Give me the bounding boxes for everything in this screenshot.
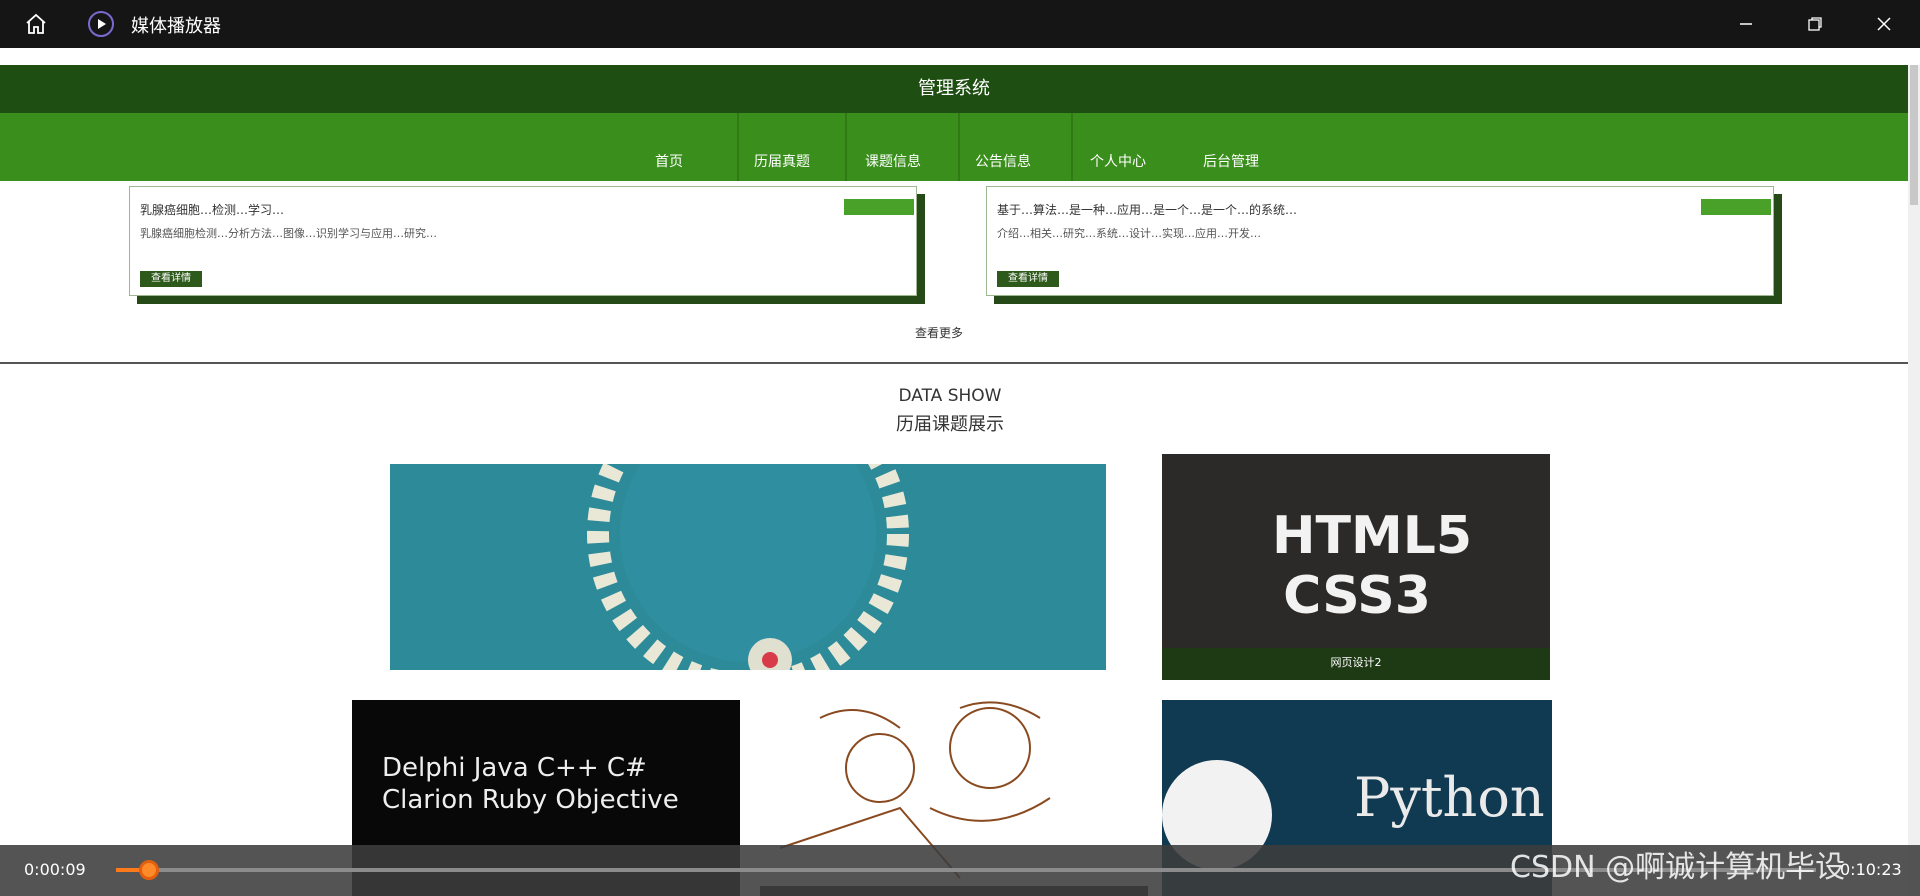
page-scrollbar <box>1908 65 1920 896</box>
watermark: CSDN @啊诚计算机毕设 <box>1510 850 1846 885</box>
nav-item-profile: 个人中心 <box>1090 154 1146 170</box>
total-time: 0:10:23 <box>1840 860 1902 879</box>
thumb-html5: HTML5 CSS3 网页设计2 <box>1162 454 1550 680</box>
nav-item-admin: 后台管理 <box>1203 154 1259 170</box>
section-title-cn: 历届课题展示 <box>896 414 1004 435</box>
card-tag <box>844 199 914 215</box>
announcement-card: 基于…算法…是一种…应用…是一个…是一个…的系统… 介绍…相关…研究…系统…设计… <box>986 186 1774 296</box>
nav-divider <box>958 113 960 181</box>
card-detail-button: 查看详情 <box>140 271 202 287</box>
nav-divider <box>737 113 739 181</box>
window-title: 媒体播放器 <box>131 16 221 37</box>
video-frame[interactable]: 管理系统 首页 历届真题 课题信息 公告信息 个人中心 后台管理 乳腺癌细胞…检… <box>0 48 1920 896</box>
card-title: 基于…算法…是一种…应用…是一个…是一个…的系统… <box>997 203 1298 217</box>
more-link: 查看更多 <box>915 326 964 340</box>
minimize-icon[interactable] <box>1726 8 1766 40</box>
section-title-en: DATA SHOW <box>898 386 1002 406</box>
section-divider <box>0 362 1908 364</box>
restore-icon[interactable] <box>1795 8 1835 40</box>
nav-item-announcements: 公告信息 <box>975 154 1031 170</box>
home-icon[interactable] <box>22 10 50 38</box>
card-tag <box>1701 199 1771 215</box>
play-circle-icon <box>88 11 114 37</box>
thumb-gear <box>390 464 1106 670</box>
nav-item-home: 首页 <box>655 154 683 170</box>
thumb-code-label: Delphi Java C++ C# Clarion Ruby Objectiv… <box>382 753 679 815</box>
close-icon[interactable] <box>1864 8 1904 40</box>
nav-item-past-topics: 历届真题 <box>754 154 810 170</box>
card-title: 乳腺癌细胞…检测…学习… <box>140 203 285 217</box>
card-text: 介绍…相关…研究…系统…设计…实现…应用…开发… <box>997 227 1261 240</box>
nav-divider <box>845 113 847 181</box>
thumb-caption: 网页设计2 <box>1330 656 1382 669</box>
thumb-python-label: Python <box>1354 766 1545 829</box>
current-time: 0:00:09 <box>24 860 86 879</box>
card-detail-button: 查看详情 <box>997 271 1059 287</box>
seek-bar-progress <box>116 868 140 872</box>
announcement-card: 乳腺癌细胞…检测…学习… 乳腺癌细胞检测…分析方法…图像…识别学习与应用…研究…… <box>129 186 917 296</box>
card-text: 乳腺癌细胞检测…分析方法…图像…识别学习与应用…研究… <box>140 227 437 240</box>
site-header-title: 管理系统 <box>0 65 1908 113</box>
nav-item-topic-info: 课题信息 <box>865 154 921 170</box>
thumb-css3-label: CSS3 <box>1283 566 1431 626</box>
nav-divider <box>1071 113 1073 181</box>
page-scrollbar-thumb <box>1910 65 1918 205</box>
window-titlebar: 媒体播放器 <box>0 0 1920 48</box>
seek-handle[interactable] <box>139 860 159 880</box>
site-nav: 首页 历届真题 课题信息 公告信息 个人中心 后台管理 <box>0 113 1908 181</box>
thumb-html5-label: HTML5 <box>1272 506 1473 566</box>
